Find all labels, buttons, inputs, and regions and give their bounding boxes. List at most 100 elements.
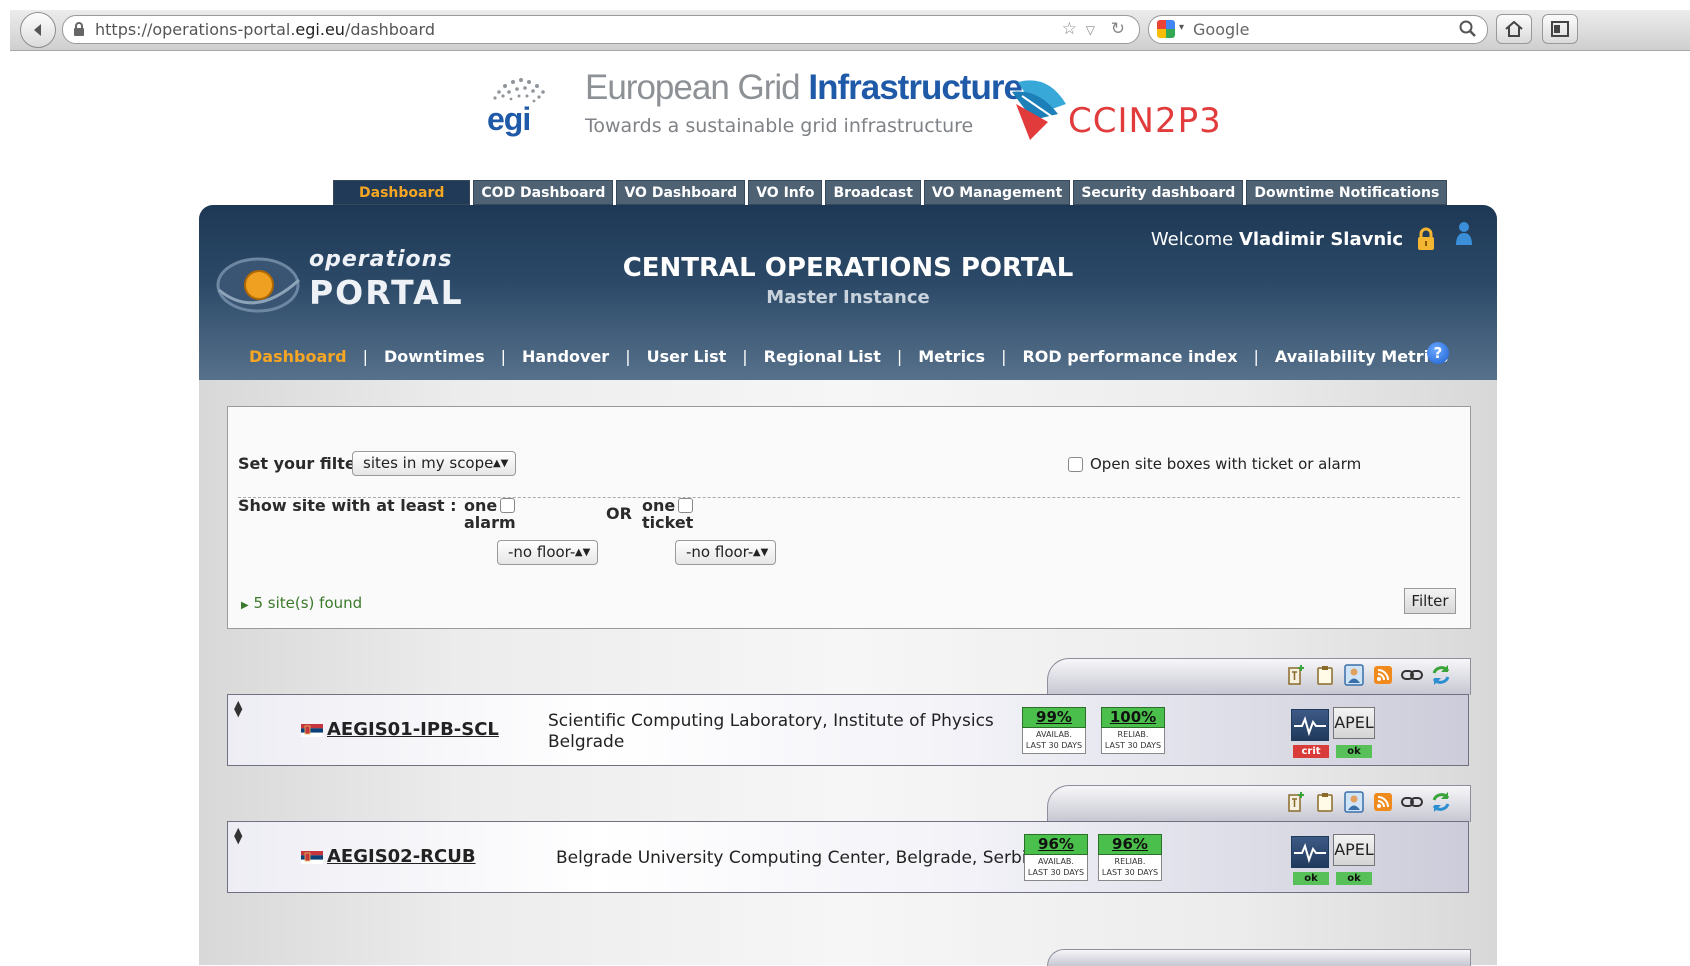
scope-select[interactable]: sites in my scope ▲▼ — [352, 451, 517, 476]
clipboard-icon[interactable] — [1314, 790, 1336, 814]
logout-lock-icon[interactable] — [1417, 227, 1435, 251]
search-icon[interactable] — [1459, 20, 1477, 38]
address-bar[interactable]: https://operations-portal.egi.eu/dashboa… — [62, 15, 1140, 44]
ticket-checkbox[interactable] — [678, 498, 693, 513]
bookmark-star-icon[interactable]: ☆ — [1062, 19, 1077, 39]
availability-value[interactable]: 99% — [1022, 707, 1086, 728]
reload-icon[interactable]: ↻ — [1111, 19, 1125, 39]
portal-frame: operations PORTAL CENTRAL OPERATIONS POR… — [199, 205, 1497, 966]
sites-found-toggle[interactable]: ▶ 5 site(s) found — [241, 594, 362, 612]
rss-icon[interactable] — [1372, 790, 1394, 814]
site-box: ▲ ▼ AEGIS01-IPB-SCL Scientific Computing … — [227, 694, 1469, 766]
show-site-label: Show site with at least : — [238, 496, 457, 515]
top-tab-cod-dashboard[interactable]: COD Dashboard — [473, 180, 614, 205]
reliability-caption: RELIAB. LAST 30 DAYS — [1098, 855, 1162, 881]
availability-caption: AVAILAB. LAST 30 DAYS — [1022, 728, 1086, 754]
filter-button[interactable]: Filter — [1404, 588, 1456, 614]
link-icon[interactable] — [1401, 790, 1423, 814]
nav-downtimes[interactable]: Downtimes — [384, 347, 485, 366]
egi-subtitle: Towards a sustainable grid infrastructur… — [585, 115, 974, 137]
reliability-metric[interactable]: 96% RELIAB. LAST 30 DAYS — [1098, 834, 1162, 881]
dropdown-icon[interactable]: ▽ — [1086, 23, 1095, 37]
site-tools-tab — [1047, 658, 1471, 695]
sort-arrows-icon[interactable]: ▲ ▼ — [234, 699, 242, 718]
site-name-link[interactable]: AEGIS01-IPB-SCL — [327, 719, 499, 740]
help-icon[interactable]: ? — [1427, 342, 1449, 364]
window-icon — [1551, 21, 1569, 37]
addons-button[interactable] — [1542, 14, 1578, 44]
or-label: OR — [606, 504, 632, 523]
refresh-icon[interactable] — [1430, 790, 1452, 814]
top-tab-downtime-notifications[interactable]: Downtime Notifications — [1246, 180, 1448, 205]
reliability-metric[interactable]: 100% RELIAB. LAST 30 DAYS — [1101, 707, 1165, 754]
add-ticket-icon[interactable] — [1285, 663, 1307, 687]
rss-icon[interactable] — [1372, 663, 1394, 687]
top-tab-security-dashboard[interactable]: Security dashboard — [1073, 180, 1244, 205]
select-arrows-icon: ▲▼ — [574, 547, 591, 558]
site-description: Scientific Computing Laboratory, Institu… — [548, 711, 994, 752]
availability-metric[interactable]: 99% AVAILAB. LAST 30 DAYS — [1022, 707, 1086, 754]
nav-dashboard[interactable]: Dashboard — [249, 347, 347, 366]
apel-button[interactable]: APEL — [1333, 834, 1375, 866]
home-button[interactable] — [1496, 14, 1532, 44]
alarm-label: alarm — [464, 513, 516, 532]
reliability-value[interactable]: 100% — [1101, 707, 1165, 728]
browser-toolbar: https://operations-portal.egi.eu/dashboa… — [10, 10, 1690, 51]
top-tab-vo-management[interactable]: VO Management — [923, 180, 1071, 205]
alarm-floor-select[interactable]: -no floor- ▲▼ — [497, 540, 599, 565]
nav-metrics[interactable]: Metrics — [918, 347, 985, 366]
nav-rod-performance-index[interactable]: ROD performance index — [1022, 347, 1237, 366]
user-profile-icon[interactable] — [1455, 221, 1473, 247]
monitoring-pulse-icon[interactable] — [1291, 836, 1329, 868]
egi-logo: egi — [487, 78, 545, 137]
alarm-checkbox[interactable] — [500, 498, 515, 513]
status-badge[interactable]: ok — [1336, 745, 1372, 758]
refresh-icon[interactable] — [1430, 663, 1452, 687]
reliability-caption: RELIAB. LAST 30 DAYS — [1101, 728, 1165, 754]
top-tab-broadcast[interactable]: Broadcast — [825, 180, 921, 205]
set-filter-label: Set your filter — [238, 454, 364, 473]
ticket-floor-select[interactable]: -no floor- ▲▼ — [675, 540, 777, 565]
site-description: Belgrade University Computing Center, Be… — [556, 848, 1037, 868]
add-ticket-icon[interactable] — [1285, 790, 1307, 814]
availability-metric[interactable]: 96% AVAILAB. LAST 30 DAYS — [1024, 834, 1088, 881]
nav-separator: | — [1001, 347, 1007, 366]
home-icon — [1505, 21, 1523, 37]
clipboard-icon[interactable] — [1314, 663, 1336, 687]
site-name-link[interactable]: AEGIS02-RCUB — [327, 846, 476, 867]
back-button[interactable] — [20, 12, 56, 48]
select-arrows-icon: ▲▼ — [492, 458, 509, 469]
open-site-boxes-checkbox[interactable] — [1068, 457, 1083, 472]
apel-button[interactable]: APEL — [1333, 707, 1375, 739]
link-icon[interactable] — [1401, 663, 1423, 687]
status-badge[interactable]: ok — [1336, 872, 1372, 885]
ticket-label: ticket — [642, 513, 694, 532]
top-tab-vo-dashboard[interactable]: VO Dashboard — [616, 180, 746, 205]
top-tab-vo-info[interactable]: VO Info — [748, 180, 823, 205]
search-bar[interactable]: ▾ Google — [1148, 15, 1488, 44]
select-arrows-icon: ▲▼ — [752, 547, 769, 558]
sort-arrows-icon[interactable]: ▲ ▼ — [234, 826, 242, 845]
google-icon[interactable] — [1157, 20, 1175, 38]
status-badge[interactable]: ok — [1293, 872, 1329, 885]
nav-user-list[interactable]: User List — [647, 347, 727, 366]
search-input[interactable]: Google — [1193, 20, 1249, 39]
nav-regional-list[interactable]: Regional List — [764, 347, 881, 366]
portal-title: CENTRAL OPERATIONS PORTAL — [622, 253, 1074, 283]
availability-value[interactable]: 96% — [1024, 834, 1088, 855]
expand-triangle-icon: ▶ — [241, 600, 249, 611]
welcome-text: Welcome Vladimir Slavnic — [1150, 229, 1403, 250]
search-engine-dropdown-icon[interactable]: ▾ — [1179, 22, 1184, 33]
top-tab-dashboard[interactable]: Dashboard — [333, 180, 471, 205]
reliability-value[interactable]: 96% — [1098, 834, 1162, 855]
contacts-icon[interactable] — [1343, 663, 1365, 687]
nav-handover[interactable]: Handover — [522, 347, 609, 366]
status-badge[interactable]: crit — [1293, 745, 1329, 758]
nav-separator: | — [625, 347, 631, 366]
nav-separator: | — [1253, 347, 1259, 366]
site-tools-tab — [1047, 785, 1471, 822]
main-nav: Dashboard | Downtimes | Handover | User … — [249, 347, 1448, 366]
contacts-icon[interactable] — [1343, 790, 1365, 814]
nav-availability-metrics[interactable]: Availability Metrics — [1275, 347, 1448, 366]
monitoring-pulse-icon[interactable] — [1291, 709, 1329, 741]
